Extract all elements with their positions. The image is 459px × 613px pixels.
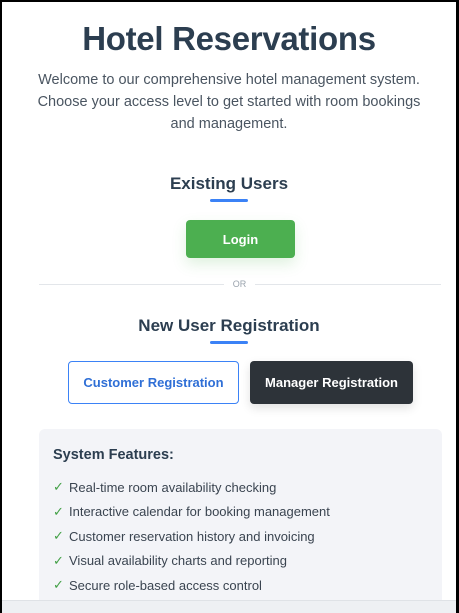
divider-line-right xyxy=(255,284,441,285)
checkmark-icon: ✓ xyxy=(53,503,64,519)
checkmark-icon: ✓ xyxy=(53,577,64,593)
feature-item: ✓ Secure role-based access control xyxy=(53,573,442,598)
page-title: Hotel Reservations xyxy=(82,20,376,57)
divider-line-left xyxy=(39,284,224,285)
app-frame: Hotel Reservations Welcome to our compre… xyxy=(0,0,459,613)
login-button[interactable]: Login xyxy=(186,220,295,258)
new-user-registration-heading: New User Registration xyxy=(138,316,320,335)
manager-registration-button[interactable]: Manager Registration xyxy=(250,361,413,404)
checkmark-icon: ✓ xyxy=(53,479,64,495)
feature-text: Interactive calendar for booking managem… xyxy=(69,504,330,520)
customer-registration-button[interactable]: Customer Registration xyxy=(68,361,239,404)
or-divider-text: OR xyxy=(224,279,255,289)
feature-item: ✓ Visual availability charts and reporti… xyxy=(53,549,442,574)
feature-text: Real-time room availability checking xyxy=(69,479,277,495)
checkmark-icon: ✓ xyxy=(53,552,64,568)
feature-item: ✓ Interactive calendar for booking manag… xyxy=(53,500,442,525)
feature-text: Secure role-based access control xyxy=(69,577,262,593)
features-title: System Features: xyxy=(53,447,174,463)
welcome-text: Welcome to our comprehensive hotel manag… xyxy=(37,72,421,132)
feature-item: ✓ Customer reservation history and invoi… xyxy=(53,524,442,549)
feature-item: ✓ Real-time room availability checking xyxy=(53,475,442,500)
existing-users-heading: Existing Users xyxy=(169,174,289,193)
heading-underline xyxy=(210,341,248,344)
feature-text: Customer reservation history and invoici… xyxy=(69,528,315,544)
feature-text: Visual availability charts and reporting xyxy=(69,553,287,569)
system-features-panel: System Features: ✓ Real-time room availa… xyxy=(39,429,442,613)
bottom-scroll-bar xyxy=(2,600,456,613)
heading-underline xyxy=(210,199,248,202)
checkmark-icon: ✓ xyxy=(53,528,64,544)
